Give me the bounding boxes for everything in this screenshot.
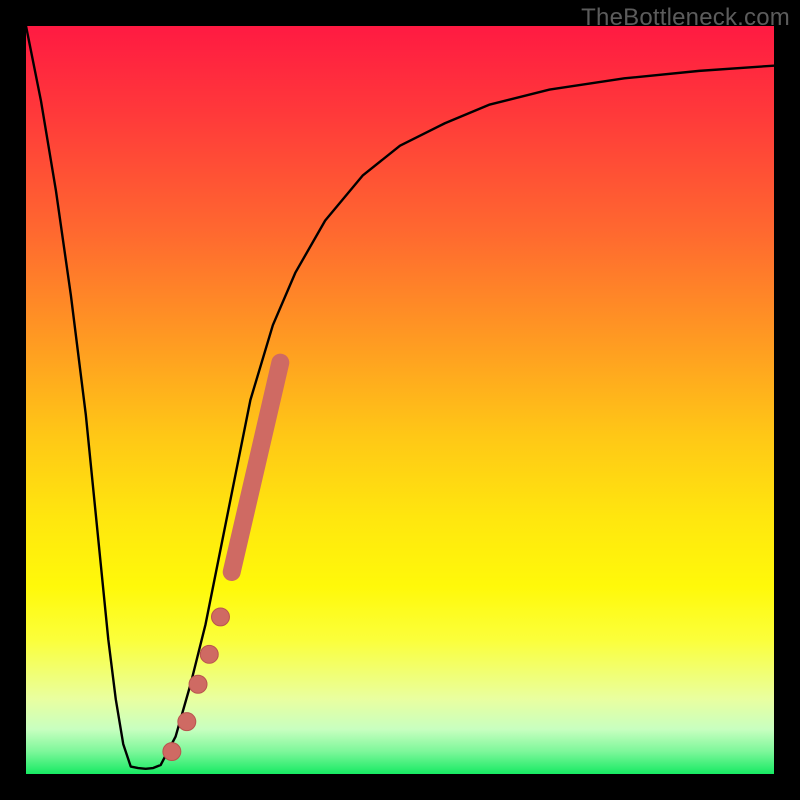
chart-svg	[26, 26, 774, 774]
chart-frame: TheBottleneck.com	[0, 0, 800, 800]
plot-area	[26, 26, 774, 774]
dot-5	[212, 608, 230, 626]
dot-1	[163, 743, 181, 761]
dot-3	[189, 675, 207, 693]
watermark-text: TheBottleneck.com	[581, 4, 790, 32]
markers-group	[163, 363, 280, 761]
bottleneck-curve	[26, 26, 774, 769]
dot-4	[200, 645, 218, 663]
curve-group	[26, 26, 774, 769]
bar-segment	[232, 363, 281, 572]
dot-2	[178, 713, 196, 731]
